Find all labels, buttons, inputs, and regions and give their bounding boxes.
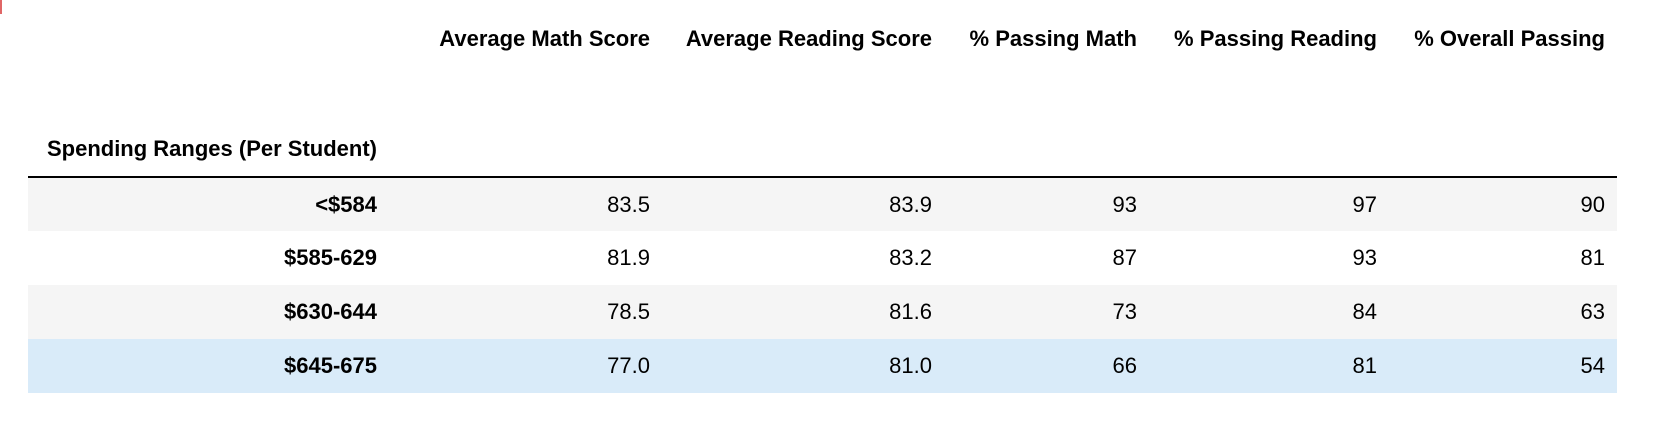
table-cell: 77.0 [607, 353, 650, 378]
table-cell: 81 [1352, 353, 1377, 378]
table-cell: 83.2 [889, 245, 932, 270]
table-cell: 81.9 [607, 245, 650, 270]
table-row: $630-644 78.5 81.6 73 84 63 [28, 285, 1617, 339]
cell-edge-marker [0, 0, 3, 14]
table-cell: 83.9 [889, 191, 932, 217]
row-label: $645-675 [284, 353, 377, 378]
table-row: <$584 83.5 83.9 93 97 90 [28, 177, 1617, 231]
column-header: % Passing Math [969, 26, 1137, 51]
table-cell: 63 [1580, 299, 1605, 324]
table-cell: 83.5 [607, 191, 650, 217]
notebook-output: Average Math Score Average Reading Score… [0, 0, 1680, 432]
table-cell: 93 [1352, 245, 1377, 270]
table-cell: 93 [1112, 191, 1137, 217]
table-row: $585-629 81.9 83.2 87 93 81 [28, 231, 1617, 285]
column-header: % Overall Passing [1414, 26, 1605, 51]
table-cell: 84 [1352, 299, 1377, 324]
table-cell: 90 [1580, 191, 1605, 217]
table-cell: 81.0 [889, 353, 932, 378]
index-name-header: Spending Ranges (Per Student) [28, 104, 389, 178]
table-cell: 66 [1112, 353, 1137, 378]
column-header: Average Reading Score [685, 26, 932, 51]
row-label: $585-629 [284, 245, 377, 270]
row-label: <$584 [315, 191, 377, 217]
table-cell: 81.6 [889, 299, 932, 324]
table-cell: 54 [1580, 353, 1605, 378]
column-header: % Passing Reading [1174, 26, 1377, 51]
table-cell: 97 [1352, 191, 1377, 217]
column-header: Average Math Score [439, 26, 650, 51]
index-header-row: Spending Ranges (Per Student) [28, 104, 1617, 178]
table-row-highlighted: $645-675 77.0 81.0 66 81 54 [28, 339, 1617, 393]
corner-header [28, 18, 389, 104]
column-header-row: Average Math Score Average Reading Score… [28, 18, 1617, 104]
dataframe-table: Average Math Score Average Reading Score… [28, 18, 1617, 393]
table-cell: 87 [1112, 245, 1137, 270]
table-cell: 81 [1580, 245, 1605, 270]
row-label: $630-644 [284, 299, 377, 324]
table-cell: 78.5 [607, 299, 650, 324]
table-cell: 73 [1112, 299, 1137, 324]
